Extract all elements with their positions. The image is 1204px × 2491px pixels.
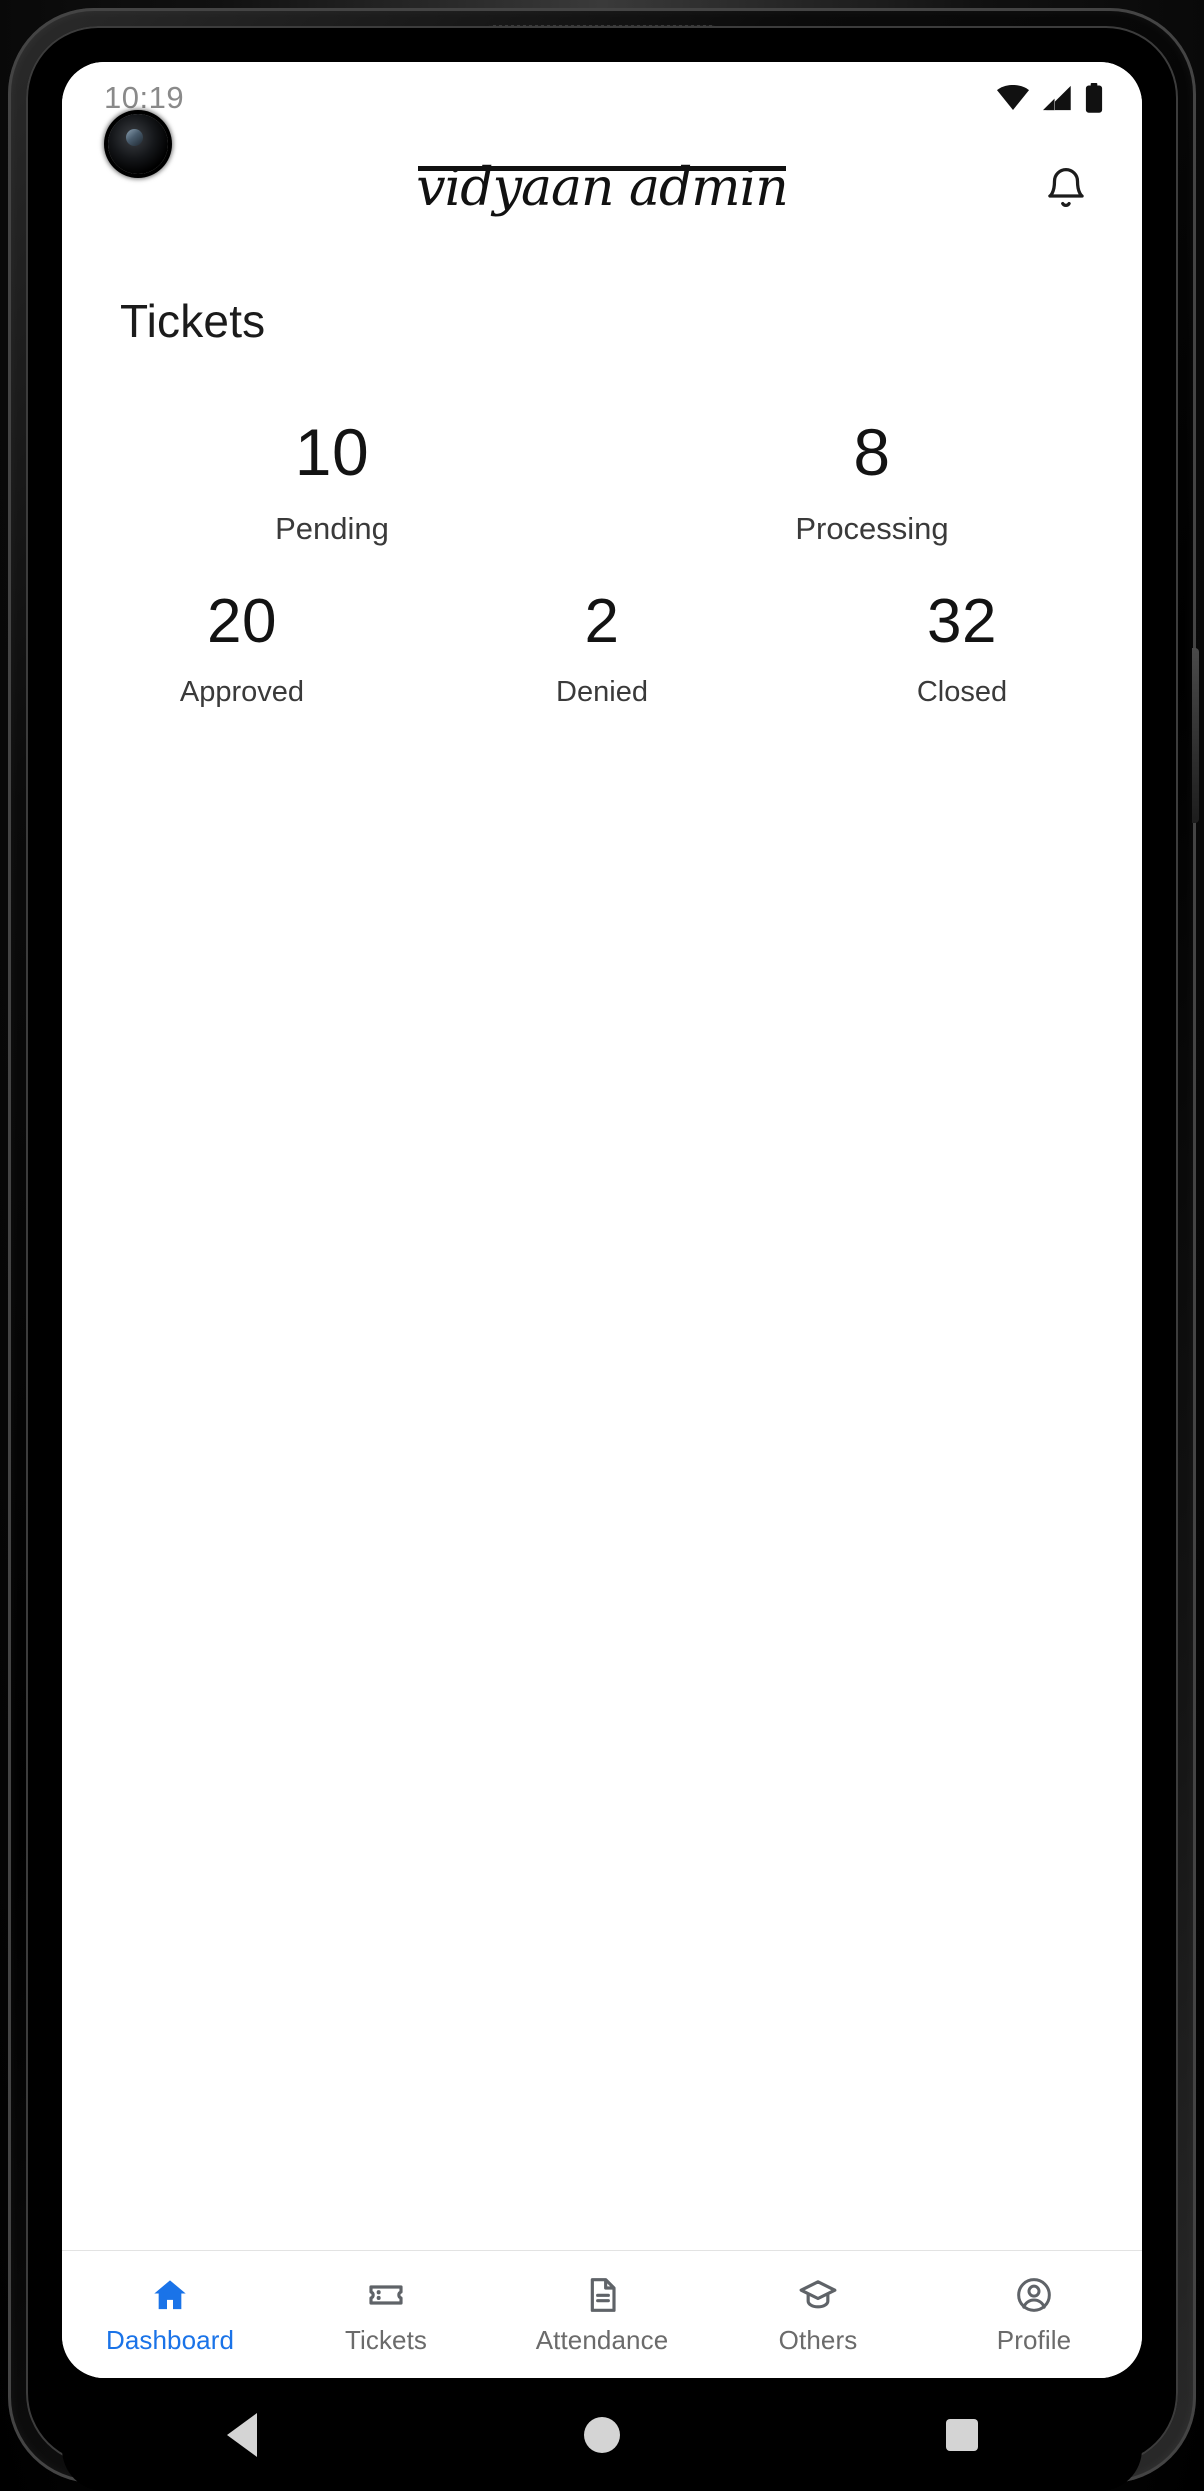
back-triangle-icon — [227, 2412, 257, 2457]
power-button[interactable] — [1192, 648, 1199, 823]
nav-label-attendance: Attendance — [535, 2324, 669, 2355]
status-bar-icons — [996, 83, 1104, 113]
nav-label-dashboard: Dashboard — [105, 2324, 235, 2355]
stat-approved-value: 20 — [207, 587, 277, 657]
phone-screen: 10:19 vidyaan admin Tickets 10 Pending 8… — [62, 62, 1142, 2378]
bell-icon[interactable] — [1038, 160, 1094, 216]
home-icon — [149, 2274, 191, 2316]
battery-icon — [1084, 83, 1104, 113]
stat-closed[interactable]: 32 Closed — [782, 589, 1142, 709]
nav-label-tickets: Tickets — [344, 2324, 428, 2355]
stat-processing-value: 8 — [853, 415, 891, 489]
home-circle-icon — [584, 2416, 620, 2453]
nav-item-profile[interactable]: Profile — [926, 2274, 1142, 2356]
nav-label-profile: Profile — [996, 2324, 1072, 2355]
page-title: Tickets — [120, 295, 266, 347]
stat-denied-value: 2 — [584, 587, 620, 657]
recent-apps-button[interactable] — [927, 2400, 997, 2470]
stat-closed-label: Closed — [916, 676, 1008, 709]
nav-item-others[interactable]: Others — [710, 2274, 926, 2356]
bottom-navigation-bar: Dashboard Tickets Attendance Others Prof… — [62, 2250, 1142, 2378]
stat-closed-value: 32 — [927, 587, 997, 657]
wifi-icon — [996, 85, 1030, 111]
stat-denied[interactable]: 2 Denied — [422, 589, 782, 709]
status-bar: 10:19 — [62, 62, 1142, 134]
stat-pending[interactable]: 10 Pending — [62, 415, 602, 547]
nav-item-dashboard[interactable]: Dashboard — [62, 2274, 278, 2356]
main-content: Tickets 10 Pending 8 Processing 20 Appro… — [62, 242, 1142, 2250]
back-button[interactable] — [207, 2400, 277, 2470]
stat-processing[interactable]: 8 Processing — [602, 415, 1142, 547]
stats-row-secondary: 20 Approved 2 Denied 32 Closed — [62, 589, 1142, 709]
app-header: vidyaan admin — [62, 134, 1142, 242]
recents-square-icon — [946, 2418, 978, 2451]
nav-label-others: Others — [778, 2324, 858, 2355]
graduation-cap-icon — [797, 2274, 839, 2316]
document-icon — [581, 2274, 623, 2316]
cellular-signal-icon — [1041, 85, 1073, 111]
nav-item-attendance[interactable]: Attendance — [494, 2274, 710, 2356]
stats-row-primary: 10 Pending 8 Processing — [62, 415, 1142, 547]
stat-pending-value: 10 — [294, 415, 370, 489]
stat-pending-label: Pending — [275, 511, 389, 547]
nav-item-tickets[interactable]: Tickets — [278, 2274, 494, 2356]
front-camera-punch-hole — [108, 114, 168, 174]
stat-approved-label: Approved — [179, 676, 305, 709]
account-circle-icon — [1013, 2274, 1055, 2316]
app-title-logo: vidyaan admin — [416, 158, 788, 218]
home-button[interactable] — [567, 2400, 637, 2470]
stat-approved[interactable]: 20 Approved — [62, 589, 422, 709]
stat-processing-label: Processing — [795, 511, 949, 547]
phone-frame: 10:19 vidyaan admin Tickets 10 Pending 8… — [0, 0, 1204, 2491]
ticket-icon — [365, 2274, 407, 2316]
stat-denied-label: Denied — [556, 676, 648, 709]
status-bar-clock: 10:19 — [104, 80, 185, 115]
android-system-navigation — [62, 2378, 1142, 2491]
